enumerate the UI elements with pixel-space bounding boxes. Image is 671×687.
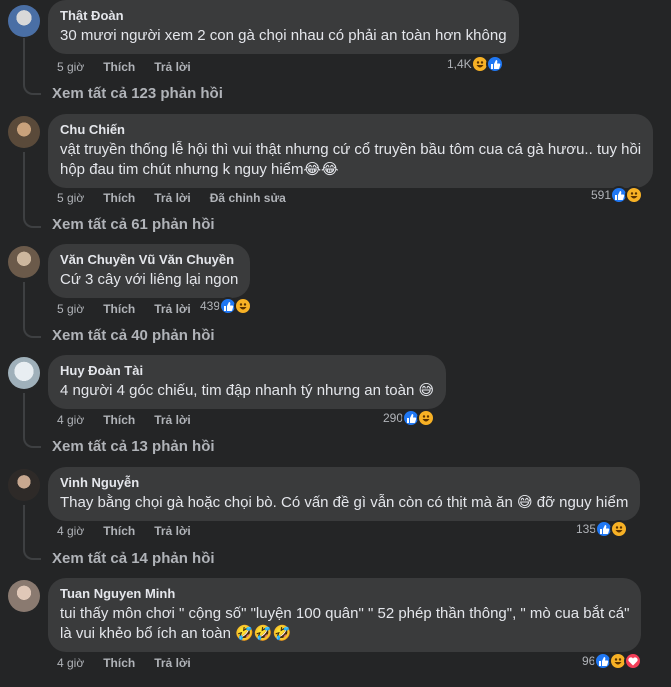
reaction-count: 290 (383, 411, 404, 425)
reaction-summary[interactable]: 290 (383, 409, 436, 427)
reply-button[interactable]: Trả lời (154, 523, 191, 539)
reaction-count: 96 (582, 654, 596, 668)
comment-bubble: Thật Đoàn 30 mươi người xem 2 con gà chọ… (48, 0, 519, 54)
comment-text: Thay bằng chọi gà hoặc chọi bò. Có vấn đ… (60, 494, 629, 511)
avatar[interactable] (8, 5, 40, 37)
comment-text: 30 mươi người xem 2 con gà chọi nhau có … (60, 27, 507, 44)
comment-bubble: Huy Đoàn Tài 4 người 4 góc chiếu, tim đậ… (48, 355, 447, 409)
comment-actions: 5 giờ Thích Trả lời (57, 59, 210, 75)
comment-time[interactable]: 4 giờ (57, 655, 84, 671)
haha-icon (417, 409, 436, 427)
comment-actions: 5 giờ Thích Trả lời (57, 301, 210, 317)
like-button[interactable]: Thích (103, 190, 135, 206)
comment-time[interactable]: 4 giờ (57, 523, 84, 539)
comment-bubble: Chu Chiến vật truyền thống lễ hội thì vu… (48, 114, 654, 188)
reaction-summary[interactable]: 1,4K (447, 55, 504, 73)
haha-icon (610, 520, 629, 538)
comment-text: Cứ 3 cây với liêng lại ngon (60, 271, 239, 288)
haha-icon (625, 186, 644, 204)
comment-author[interactable]: Văn Chuyền Vũ Văn Chuyền (60, 252, 238, 268)
comment-text: tui thấy môn chơi " cộng số" "luyện 100 … (60, 605, 630, 622)
comment-bubble: Vinh Nguyễn Thay bằng chọi gà hoặc chọi … (48, 467, 641, 521)
view-replies-link[interactable]: Xem tất cả 13 phản hồi (52, 438, 215, 455)
comment-bubble: Tuan Nguyen Minh tui thấy môn chơi " cộn… (48, 578, 642, 652)
thread-line (23, 152, 25, 216)
avatar[interactable] (8, 116, 40, 148)
thread-line (23, 282, 25, 326)
comment-text: vật truyền thống lễ hội thì vui thật như… (60, 141, 642, 158)
inline-emoji: 😂😂 (303, 161, 339, 178)
reaction-count: 591 (591, 188, 612, 202)
thread-line (23, 393, 25, 436)
reply-button[interactable]: Trả lời (154, 655, 191, 671)
like-button[interactable]: Thích (103, 412, 135, 428)
comment-author[interactable]: Thật Đoàn (60, 8, 507, 24)
thread-curve (23, 548, 41, 560)
comment-text: hộp đau tim chút nhưng k nguy hiểm (60, 161, 304, 178)
inline-emoji: 🤣🤣🤣 (235, 625, 292, 642)
view-replies-link[interactable]: Xem tất cả 61 phản hồi (52, 216, 215, 233)
reaction-summary[interactable]: 135 (576, 520, 629, 538)
thread-line (23, 38, 25, 83)
reply-button[interactable]: Trả lời (154, 190, 191, 206)
comment-actions: 4 giờ Thích Trả lời (57, 523, 210, 539)
like-button[interactable]: Thích (103, 523, 135, 539)
thread-curve (23, 436, 41, 448)
reaction-count: 439 (200, 299, 221, 313)
avatar[interactable] (8, 469, 40, 501)
comment-author[interactable]: Chu Chiến (60, 122, 641, 138)
reaction-summary[interactable]: 591 (591, 186, 644, 204)
comment-actions: 4 giờ Thích Trả lời (57, 412, 210, 428)
comment-time[interactable]: 5 giờ (57, 301, 84, 317)
love-icon (624, 652, 643, 670)
inline-emoji: 😅 (418, 382, 435, 399)
comment-time[interactable]: 4 giờ (57, 412, 84, 428)
thread-curve (23, 326, 41, 338)
comment-author[interactable]: Vinh Nguyễn (60, 475, 628, 491)
comment-bubble: Văn Chuyền Vũ Văn Chuyền Cứ 3 cây với li… (48, 244, 251, 298)
comment-text: 4 người 4 góc chiếu, tim đập nhanh tý nh… (60, 382, 415, 399)
reply-button[interactable]: Trả lời (154, 412, 191, 428)
comment-author[interactable]: Huy Đoàn Tài (60, 363, 434, 379)
thread-curve (23, 216, 41, 228)
like-button[interactable]: Thích (103, 301, 135, 317)
reply-button[interactable]: Trả lời (154, 59, 191, 75)
comment-actions: 5 giờ Thích Trả lời Đã chỉnh sửa (57, 190, 305, 206)
avatar[interactable] (8, 357, 40, 389)
reaction-count: 135 (576, 522, 597, 536)
thread-curve (23, 83, 41, 95)
reply-button[interactable]: Trả lời (154, 301, 191, 317)
reaction-summary[interactable]: 96 (582, 652, 643, 670)
view-replies-link[interactable]: Xem tất cả 14 phản hồi (52, 550, 215, 567)
thread-line (23, 505, 25, 548)
comment-time[interactable]: 5 giờ (57, 190, 84, 206)
reaction-summary[interactable]: 439 (200, 297, 253, 315)
comment-time[interactable]: 5 giờ (57, 59, 84, 75)
comment-text: là vui khẻo bổ ích an toàn (60, 625, 231, 642)
comment-actions: 4 giờ Thích Trả lời (57, 655, 210, 671)
reaction-count: 1,4K (447, 57, 472, 71)
avatar[interactable] (8, 246, 40, 278)
like-button[interactable]: Thích (103, 655, 135, 671)
comment-author[interactable]: Tuan Nguyen Minh (60, 586, 629, 602)
like-icon (485, 55, 504, 73)
avatar[interactable] (8, 580, 40, 612)
edited-label: Đã chỉnh sửa (209, 191, 286, 205)
view-replies-link[interactable]: Xem tất cả 123 phản hồi (52, 85, 223, 102)
like-button[interactable]: Thích (103, 59, 135, 75)
haha-icon (234, 297, 253, 315)
view-replies-link[interactable]: Xem tất cả 40 phản hồi (52, 327, 215, 344)
